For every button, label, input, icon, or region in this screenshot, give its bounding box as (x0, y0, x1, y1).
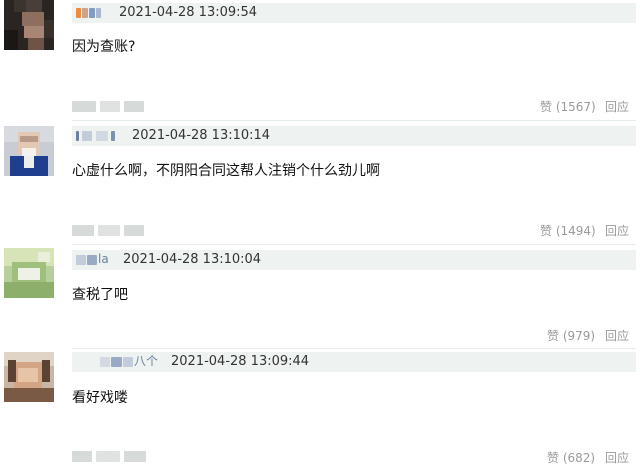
comment-list: 2021-04-28 13:09:54 因为查账? 赞 (1567) 回应 20… (0, 0, 640, 468)
avatar[interactable] (4, 248, 54, 298)
username-link[interactable] (76, 131, 116, 141)
username-link[interactable]: 八个 (100, 354, 160, 368)
username-text: 八个 (134, 354, 159, 368)
like-button[interactable]: 赞 (1494) (540, 223, 596, 239)
comment-text: 心虚什么啊，不阴阳合同这帮人注销个什么劲儿啊 (72, 163, 380, 179)
username-link[interactable]: la (76, 252, 114, 266)
username-text: la (98, 252, 109, 266)
comment-timestamp: 2021-04-28 13:09:44 (171, 354, 310, 369)
comment-timestamp: 2021-04-28 13:09:54 (119, 5, 258, 20)
source-info-blurred (72, 451, 152, 462)
avatar-image (4, 248, 54, 298)
like-button[interactable]: 赞 (979) (547, 328, 595, 344)
comment-divider (72, 120, 636, 121)
avatar[interactable] (4, 126, 54, 176)
avatar-image (4, 126, 54, 176)
comment-text: 看好戏喽 (72, 390, 128, 406)
like-button[interactable]: 赞 (1567) (540, 99, 596, 115)
avatar[interactable] (4, 352, 54, 402)
avatar[interactable] (4, 0, 54, 50)
comment-timestamp: 2021-04-28 13:10:04 (123, 252, 262, 267)
comment-text: 因为查账? (72, 39, 136, 55)
like-button[interactable]: 赞 (682) (547, 450, 595, 466)
comment-meta-bar: 八个 2021-04-28 13:09:44 (72, 352, 636, 372)
username-link[interactable] (76, 8, 102, 18)
avatar-image (4, 0, 54, 50)
comment-meta-bar: 2021-04-28 13:09:54 (72, 3, 636, 23)
reply-button[interactable]: 回应 (605, 450, 629, 466)
avatar-image (4, 352, 54, 402)
comment-timestamp: 2021-04-28 13:10:14 (132, 128, 271, 143)
comment-meta-bar: 2021-04-28 13:10:14 (72, 126, 636, 146)
comment-divider (72, 348, 636, 349)
comment-text: 查税了吧 (72, 287, 128, 303)
source-info-blurred (72, 101, 152, 112)
reply-button[interactable]: 回应 (605, 223, 629, 239)
source-info-blurred (72, 225, 152, 236)
reply-button[interactable]: 回应 (605, 328, 629, 344)
comment-divider (72, 244, 636, 245)
comment-meta-bar: la 2021-04-28 13:10:04 (72, 250, 636, 270)
reply-button[interactable]: 回应 (605, 99, 629, 115)
